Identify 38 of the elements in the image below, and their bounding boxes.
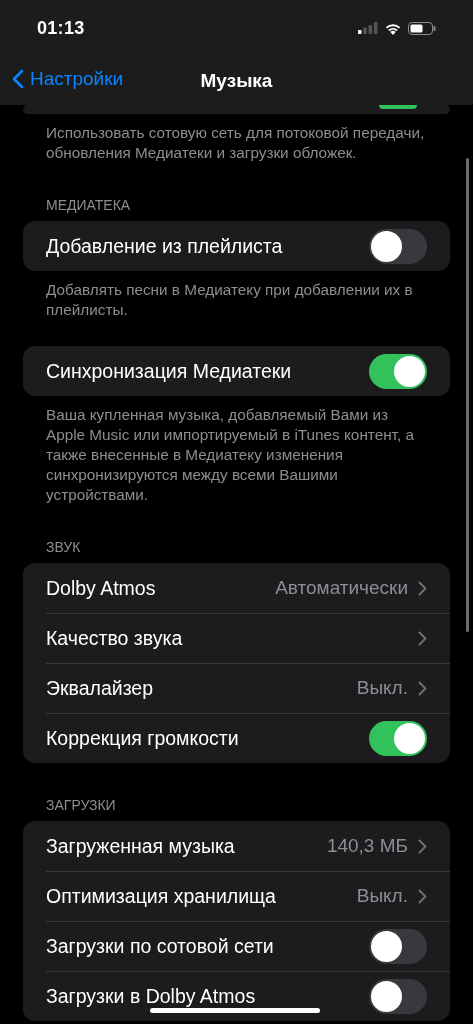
status-time: 01:13 <box>37 17 85 39</box>
battery-icon <box>408 21 436 35</box>
row-label: Синхронизация Медиатеки <box>46 359 292 383</box>
page-title: Музыка <box>200 69 273 92</box>
section-header: ЗАГРУЗКИ <box>45 797 117 815</box>
row-label[interactable]: Загруженная музыка <box>46 834 235 858</box>
row-label: Коррекция громкости <box>46 726 239 750</box>
row-label: Загрузки в Dolby Atmos <box>46 984 256 1008</box>
section-footnote: Добавлять песни в Медиатеку при добавлении их в плейлисты. <box>45 280 414 320</box>
row-label[interactable]: Dolby Atmos <box>46 576 156 600</box>
row-value: Выкл. <box>356 677 408 699</box>
section-header: МЕДИАТЕКА <box>45 197 132 215</box>
chevron-icon <box>418 580 427 596</box>
back-chevron-icon <box>12 69 24 89</box>
row-label[interactable]: Эквалайзер <box>46 676 154 700</box>
toggle-switch[interactable] <box>369 228 427 264</box>
back-button[interactable]: Настройки <box>12 68 124 90</box>
section-footnote: Ваша купленная музыка, добавляемый Вами из Apple Music или импортируемый в iTunes контент, а также внесенные в Медиатеку изменения синхронизируются между всеми Вашими устройствами. <box>45 405 415 505</box>
chevron-icon <box>418 838 427 854</box>
chevron-icon <box>418 680 427 696</box>
toggle-switch[interactable] <box>379 105 417 109</box>
toggle-switch[interactable] <box>369 928 427 964</box>
signal-icon <box>358 22 378 34</box>
row-label[interactable]: Оптимизация хранилища <box>46 884 276 908</box>
row-value: 140,3 МБ <box>326 835 408 857</box>
toggle-switch[interactable] <box>369 720 427 756</box>
chevron-icon <box>418 630 427 646</box>
section-footnote: Использовать сотовую сеть для потоковой передачи, обновления Медиатеки и загрузки обложек. <box>45 123 426 163</box>
toggle-switch[interactable] <box>369 978 427 1014</box>
row-value: Автоматически <box>275 577 408 599</box>
section-header: ЗВУК <box>45 539 82 557</box>
chevron-icon <box>418 888 427 904</box>
toggle-switch[interactable] <box>369 353 427 389</box>
row-label[interactable]: Качество звука <box>46 626 183 650</box>
wifi-icon <box>384 21 402 35</box>
row-label: Загрузки по сотовой сети <box>46 934 274 958</box>
row-value: Выкл. <box>356 885 408 907</box>
row-label: Добавление из плейлиста <box>46 234 283 258</box>
